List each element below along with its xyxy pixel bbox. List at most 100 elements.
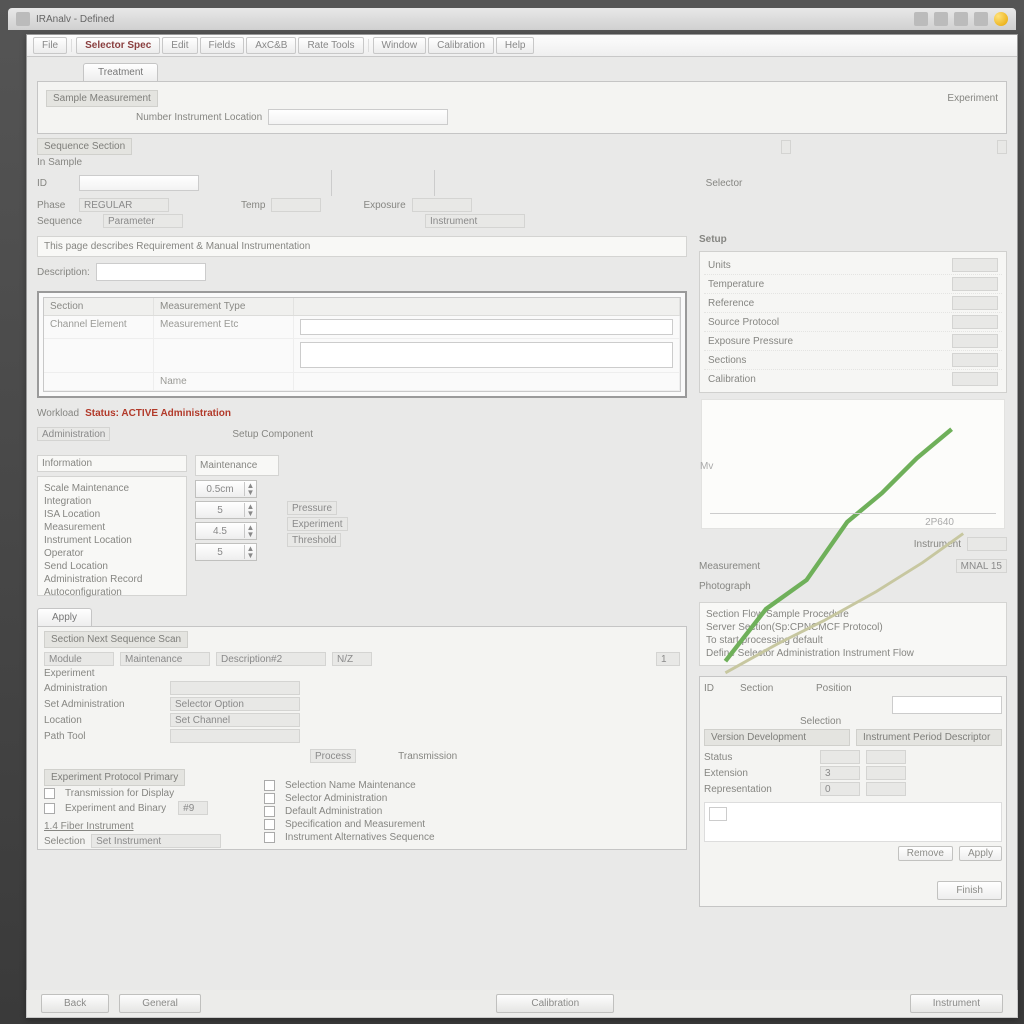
tab-apply[interactable]: Apply	[37, 608, 92, 626]
card-tab-b[interactable]: Instrument Period Descriptor	[856, 729, 1002, 746]
info-item[interactable]: Operator	[44, 548, 83, 559]
id-input[interactable]	[79, 175, 199, 191]
chk-experiment-binary[interactable]	[44, 803, 55, 814]
search-input[interactable]	[96, 263, 206, 281]
card-input[interactable]	[892, 696, 1002, 714]
info-item[interactable]: Administration Record	[44, 574, 142, 585]
ll-row-val[interactable]: Selector Option	[170, 697, 300, 711]
card-row-val[interactable]: 0	[820, 782, 860, 796]
exposure-value[interactable]	[412, 198, 472, 212]
threshold-box: Threshold	[287, 533, 341, 547]
chk-transmission[interactable]	[44, 788, 55, 799]
tray-orb-icon[interactable]	[994, 12, 1008, 26]
spin-control[interactable]: 5▲▼	[195, 501, 257, 519]
trend-chart: Mv 2P640	[701, 399, 1005, 529]
info-item[interactable]: ISA Location	[44, 509, 100, 520]
card-row-extra[interactable]	[866, 766, 906, 780]
spin-control[interactable]: 5▲▼	[195, 543, 257, 561]
toolbar-file[interactable]: File	[33, 37, 67, 54]
setting-key: Exposure Pressure	[708, 336, 793, 347]
maint-head: Maintenance	[200, 460, 257, 471]
ll-check[interactable]	[264, 819, 275, 830]
spin-control[interactable]: 4.5▲▼	[195, 522, 257, 540]
subtab-sample-measurement[interactable]: Sample Measurement	[46, 90, 158, 107]
combo-value[interactable]: Set Instrument	[91, 834, 221, 848]
toolbar-edit[interactable]: Edit	[162, 37, 197, 54]
tab-treatment[interactable]: Treatment	[83, 63, 158, 81]
setting-value[interactable]	[952, 277, 998, 291]
ll-row-val[interactable]	[170, 729, 300, 743]
ll-check[interactable]	[264, 832, 275, 843]
spin-control[interactable]: 0.5cm▲▼	[195, 480, 257, 498]
results-grid: Section Measurement Type Channel Element…	[37, 291, 687, 398]
setting-value[interactable]	[952, 258, 998, 272]
ll-check[interactable]	[264, 806, 275, 817]
info-item[interactable]: Scale Maintenance	[44, 483, 129, 494]
info-item[interactable]: Integration	[44, 496, 91, 507]
spin-down-icon[interactable]: ▼	[245, 552, 256, 559]
toolbar-help[interactable]: Help	[496, 37, 535, 54]
grid-cell[interactable]: Measurement Etc	[154, 316, 294, 338]
toolbar-window[interactable]: Window	[373, 37, 427, 54]
setup-link[interactable]: Setup Component	[232, 429, 313, 440]
setting-value[interactable]	[952, 372, 998, 386]
application-window: File Selector Spec Edit Fields AxC&B Rat…	[26, 34, 1018, 1018]
grid-header-section[interactable]: Section	[44, 298, 154, 315]
grid-header-type[interactable]: Measurement Type	[154, 298, 294, 315]
setting-value[interactable]	[952, 353, 998, 367]
ll-heading: Process	[310, 749, 356, 763]
header-mark-b	[997, 140, 1007, 154]
card-remove-button[interactable]: Remove	[898, 846, 953, 861]
setting-key: Sections	[708, 355, 746, 366]
footer-back-button[interactable]: Back	[41, 994, 109, 1013]
col-maint[interactable]: Maintenance	[120, 652, 210, 666]
card-tab-a[interactable]: Version Development	[704, 729, 850, 746]
toolbar-selector-spec[interactable]: Selector Spec	[76, 37, 160, 54]
toolbar-calibration[interactable]: Calibration	[428, 37, 494, 54]
grid-text[interactable]	[300, 319, 673, 335]
grid-cell[interactable]: Channel Element	[44, 316, 154, 338]
spin-down-icon[interactable]: ▼	[245, 510, 256, 517]
footer-calibration-button[interactable]: Calibration	[496, 994, 614, 1013]
footer-instrument-button[interactable]: Instrument	[910, 994, 1003, 1013]
grid-header-extra[interactable]	[294, 298, 680, 315]
card-row-extra[interactable]	[866, 782, 906, 796]
tray-edit-icon[interactable]	[914, 12, 928, 26]
setting-value[interactable]	[952, 334, 998, 348]
card-apply-button[interactable]: Apply	[959, 846, 1002, 861]
setting-value[interactable]	[952, 315, 998, 329]
info-item[interactable]: Measurement	[44, 522, 105, 533]
info-item[interactable]: Send Location	[44, 561, 108, 572]
footer-general-button[interactable]: General	[119, 994, 201, 1013]
ll-row-key: Set Administration	[44, 699, 164, 710]
ll-check[interactable]	[264, 793, 275, 804]
ll-check-label: Instrument Alternatives Sequence	[285, 832, 435, 843]
setting-value[interactable]	[952, 296, 998, 310]
grid-cell-name[interactable]: Name	[154, 373, 294, 390]
card-row-val[interactable]	[820, 750, 860, 764]
info-item[interactable]: Autoconfiguration	[44, 587, 122, 598]
pathrow-input[interactable]	[268, 109, 448, 125]
ll-link[interactable]: 1.4 Fiber Instrument	[44, 821, 133, 832]
spin-down-icon[interactable]: ▼	[245, 531, 256, 538]
col-module[interactable]: Module	[44, 652, 114, 666]
card-row-extra[interactable]	[866, 750, 906, 764]
tray-pencil-icon[interactable]	[974, 12, 988, 26]
grid-text-large[interactable]	[300, 342, 673, 368]
toolbar-axcb[interactable]: AxC&B	[246, 37, 296, 54]
col-desc[interactable]: Description#2	[216, 652, 326, 666]
temp-value[interactable]	[271, 198, 321, 212]
ll-row-val[interactable]	[170, 681, 300, 695]
tray-book-icon[interactable]	[934, 12, 948, 26]
ll-row-val[interactable]: Set Channel	[170, 713, 300, 727]
ll-check[interactable]	[264, 780, 275, 791]
card-row-val[interactable]: 3	[820, 766, 860, 780]
info-item[interactable]: Instrument Location	[44, 535, 132, 546]
ll-check-label: Specification and Measurement	[285, 819, 425, 830]
toolbar-fields[interactable]: Fields	[200, 37, 245, 54]
finish-button[interactable]: Finish	[937, 881, 1002, 900]
tray-screen-icon[interactable]	[954, 12, 968, 26]
toolbar-rate-tools[interactable]: Rate Tools	[298, 37, 363, 54]
col-nz[interactable]: N/Z	[332, 652, 372, 666]
spin-down-icon[interactable]: ▼	[245, 489, 256, 496]
